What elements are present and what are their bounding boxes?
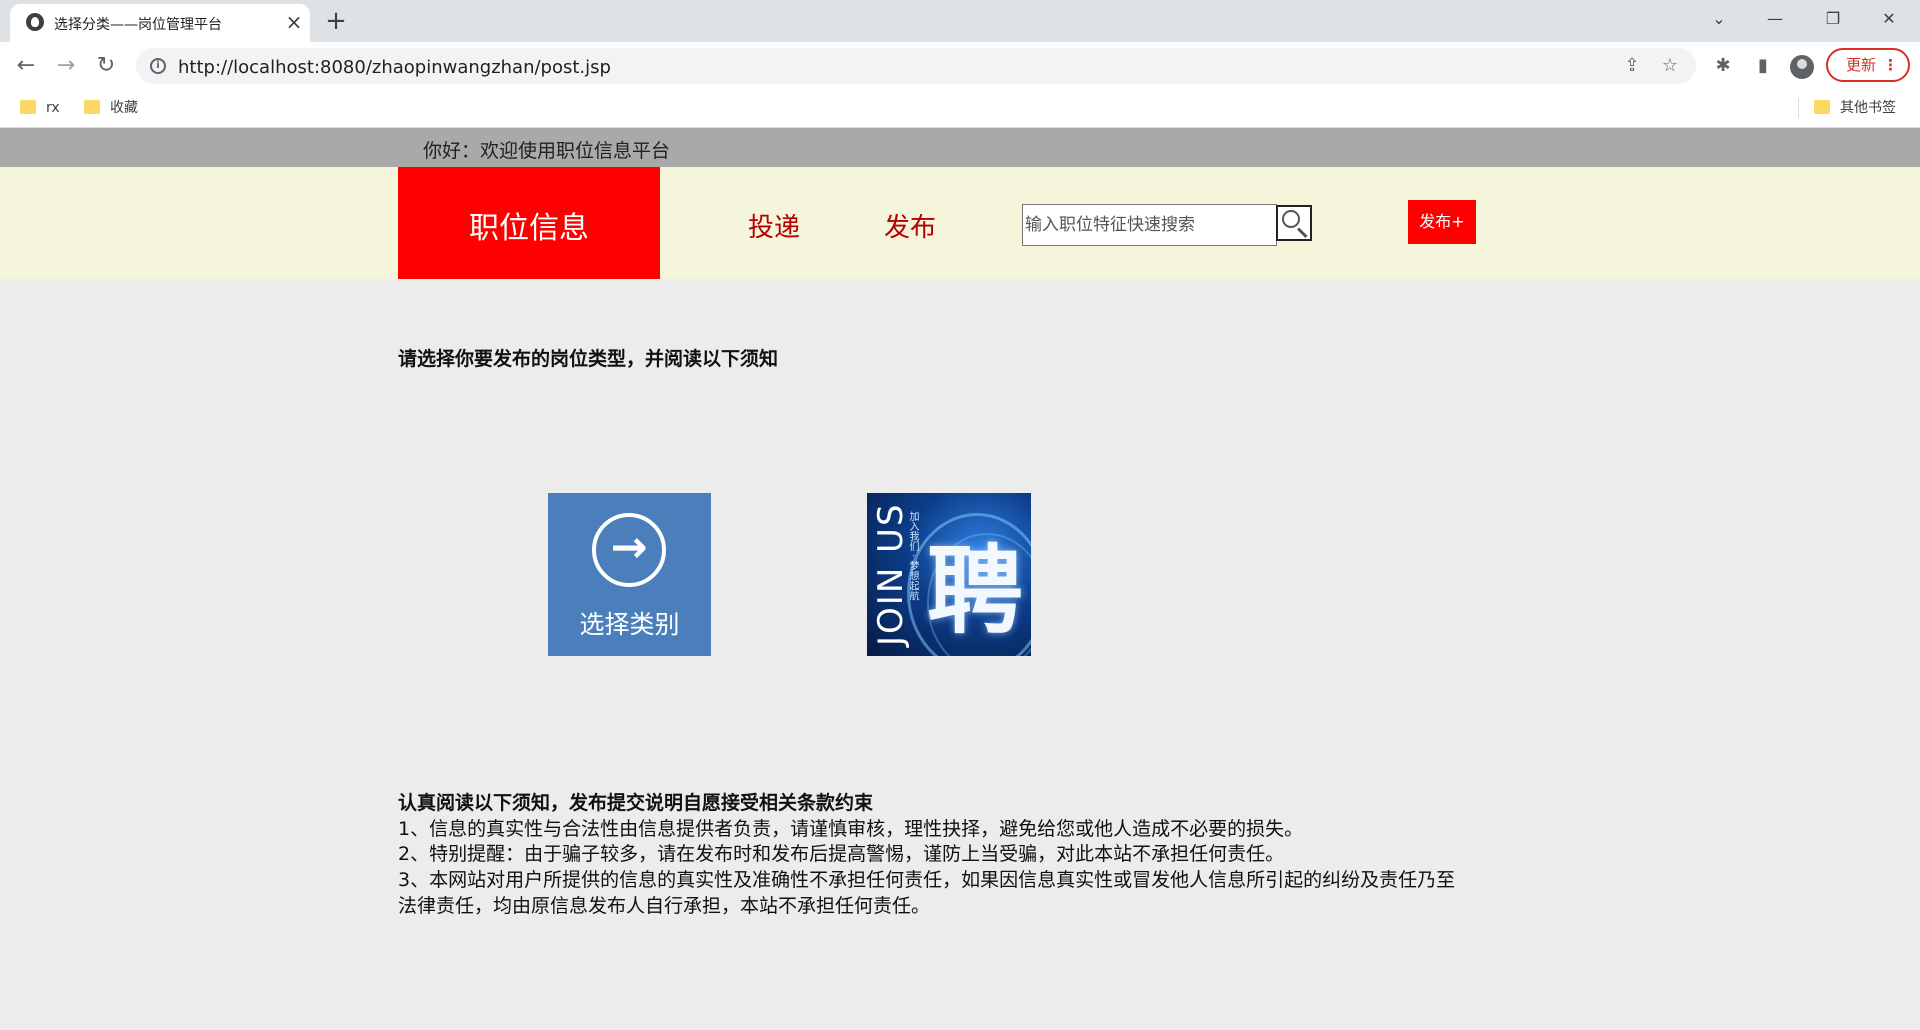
side-panel-icon[interactable]: ▮ xyxy=(1747,50,1779,82)
browser-tab[interactable]: 选择分类——岗位管理平台 × xyxy=(10,4,310,42)
site-logo[interactable]: 职位信息 xyxy=(398,167,660,279)
recruit-character: 聘 xyxy=(927,534,1023,647)
search-icon[interactable] xyxy=(1276,205,1312,241)
notice-line: 3、本网站对用户所提供的信息的真实性及准确性不承担任何责任，如果因信息真实性或冒… xyxy=(398,869,1456,891)
minimize-icon[interactable]: — xyxy=(1752,4,1798,34)
profile-avatar[interactable] xyxy=(1790,55,1814,79)
welcome-text: 你好：欢迎使用职位信息平台 xyxy=(423,140,671,162)
back-icon[interactable]: ← xyxy=(10,50,42,82)
more-menu-icon: ⋮ xyxy=(1883,56,1898,74)
bookmarks-bar: rx 收藏 其他书签 xyxy=(0,88,1920,128)
browser-tab-strip: 选择分类——岗位管理平台 × + ⌄ — ❐ ✕ xyxy=(0,0,1920,42)
folder-icon xyxy=(84,100,100,114)
notice-line: 法律责任，均由原信息发布人自行承担，本站不承担任何责任。 xyxy=(398,895,931,917)
other-bookmarks[interactable]: 其他书签 xyxy=(1814,98,1896,120)
folder-icon xyxy=(20,100,36,114)
publish-button[interactable]: 发布+ xyxy=(1408,200,1476,244)
url-text[interactable]: http://localhost:8080/zhaopinwangzhan/po… xyxy=(178,57,611,78)
site-header: 职位信息 投递 发布 发布+ xyxy=(0,167,1920,279)
search-input[interactable] xyxy=(1022,204,1277,246)
bookmark-label: rx xyxy=(46,100,60,116)
logo-text: 职位信息 xyxy=(469,211,589,246)
select-category-label: 选择类别 xyxy=(579,610,680,639)
notice-title: 认真阅读以下须知，发布提交说明自愿接受相关条款约束 xyxy=(398,792,874,814)
new-tab-button[interactable]: + xyxy=(322,8,350,36)
folder-icon xyxy=(1814,100,1830,114)
bookmark-favorites[interactable]: 收藏 xyxy=(84,98,138,120)
reload-icon[interactable]: ↻ xyxy=(90,50,122,82)
info-icon[interactable]: i xyxy=(150,58,166,74)
update-label: 更新 xyxy=(1846,56,1877,74)
arrow-right-icon: → xyxy=(592,513,666,587)
bookmark-label: 其他书签 xyxy=(1840,100,1896,116)
join-us-banner[interactable]: JOIN US 加入我们 · 梦想起航 聘 xyxy=(867,493,1031,656)
close-icon[interactable]: ✕ xyxy=(1866,4,1912,34)
star-icon[interactable]: ☆ xyxy=(1658,54,1682,78)
share-icon[interactable]: ⇪ xyxy=(1620,54,1644,78)
globe-icon xyxy=(26,13,44,31)
divider xyxy=(1798,98,1799,118)
bookmark-label: 收藏 xyxy=(110,100,138,116)
page-heading: 请选择你要发布的岗位类型，并阅读以下须知 xyxy=(398,348,779,370)
select-category-tile[interactable]: → 选择类别 xyxy=(548,493,711,656)
notice-line: 1、信息的真实性与合法性由信息提供者负责，请谨慎审核，理性抉择，避免给您或他人造… xyxy=(398,818,1304,840)
forward-icon[interactable]: → xyxy=(50,50,82,82)
notice-line: 2、特别提醒：由于骗子较多，请在发布时和发布后提高警惕，谨防上当受骗，对此本站不… xyxy=(398,843,1285,865)
bookmark-rx[interactable]: rx xyxy=(20,98,60,120)
welcome-bar: 你好：欢迎使用职位信息平台 xyxy=(0,128,1920,167)
chevron-down-icon[interactable]: ⌄ xyxy=(1696,4,1742,34)
update-button[interactable]: 更新 ⋮ xyxy=(1826,48,1910,82)
extensions-icon[interactable]: ✱ xyxy=(1707,50,1739,82)
restore-icon[interactable]: ❐ xyxy=(1810,4,1856,34)
tab-close-icon[interactable]: × xyxy=(282,10,306,34)
address-bar: ← → ↻ i http://localhost:8080/zhaopinwan… xyxy=(0,42,1920,88)
url-field[interactable]: i http://localhost:8080/zhaopinwangzhan/… xyxy=(136,48,1696,84)
nav-publish-link[interactable]: 发布 xyxy=(884,207,936,244)
tab-title: 选择分类——岗位管理平台 xyxy=(54,17,222,33)
join-us-subtext: 加入我们 · 梦想起航 xyxy=(907,511,918,601)
nav-deliver-link[interactable]: 投递 xyxy=(748,207,800,244)
